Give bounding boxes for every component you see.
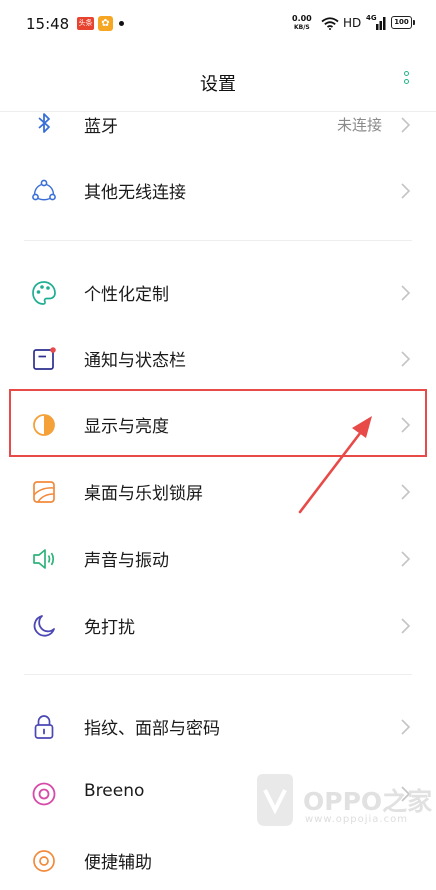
bluetooth-status: 未连接 xyxy=(336,116,382,134)
chevron-right-icon xyxy=(401,719,411,735)
page-title: 设置 xyxy=(200,74,236,95)
watermark-text: OPPO之家 xyxy=(303,787,433,816)
more-notifications-dot-icon xyxy=(119,21,124,26)
row-label: 指纹、面部与密码 xyxy=(84,719,220,739)
status-time: 15:48 xyxy=(26,15,70,33)
lock-icon xyxy=(34,715,54,739)
settings-row-bluetooth[interactable]: 蓝牙 未连接 xyxy=(0,94,436,154)
chevron-right-icon xyxy=(401,484,411,500)
chevron-right-icon xyxy=(401,117,411,133)
row-label: 便捷辅助 xyxy=(84,853,152,873)
row-label: 其他无线连接 xyxy=(84,183,186,203)
speaker-icon xyxy=(33,549,55,569)
breeno-icon xyxy=(32,782,56,806)
oppo-logo-icon xyxy=(257,774,293,826)
chevron-right-icon xyxy=(401,285,411,301)
notification-icon xyxy=(33,347,56,370)
news-app-notification-icon: 头条 xyxy=(77,17,94,30)
wallpaper-icon xyxy=(33,481,55,503)
connections-icon xyxy=(32,179,56,201)
settings-row-personalization[interactable]: 个性化定制 xyxy=(0,262,436,322)
highlight-annotation-box xyxy=(9,389,427,457)
moon-icon xyxy=(33,615,55,637)
app-notification-icon: ✿ xyxy=(98,16,113,31)
section-divider xyxy=(24,240,412,241)
watermark-url: www.oppojia.com xyxy=(305,814,408,825)
row-label: 桌面与乐划锁屏 xyxy=(84,484,203,504)
row-label: 蓝牙 xyxy=(84,117,118,137)
section-divider xyxy=(24,674,412,675)
wifi-icon xyxy=(321,17,339,30)
watermark: OPPO之家 www.oppojia.com xyxy=(253,770,432,834)
bluetooth-icon xyxy=(38,113,50,133)
settings-row-do-not-disturb[interactable]: 免打扰 xyxy=(0,595,436,655)
row-label: Breeno xyxy=(84,781,145,801)
chevron-right-icon xyxy=(401,183,411,199)
battery-icon: 100 xyxy=(391,16,415,29)
settings-row-home-lock-screen[interactable]: 桌面与乐划锁屏 xyxy=(0,461,436,521)
network-speed: 0.00 KB/S xyxy=(292,14,312,31)
row-label: 个性化定制 xyxy=(84,285,169,305)
row-label: 声音与振动 xyxy=(84,551,169,571)
chevron-right-icon xyxy=(401,351,411,367)
row-label: 通知与状态栏 xyxy=(84,351,186,371)
row-label: 免打扰 xyxy=(84,618,135,638)
hd-voice-label: HD xyxy=(343,16,362,30)
settings-row-assist[interactable]: 便捷辅助 xyxy=(0,830,436,890)
settings-row-sound-vibration[interactable]: 声音与振动 xyxy=(0,528,436,588)
chevron-right-icon xyxy=(401,551,411,567)
status-bar: 15:48 头条 ✿ 0.00 KB/S HD 4G 100 xyxy=(0,0,436,46)
assist-icon xyxy=(33,850,55,872)
settings-row-security[interactable]: 指纹、面部与密码 xyxy=(0,696,436,756)
cell-signal-icon xyxy=(376,17,386,30)
more-options-icon[interactable] xyxy=(401,71,413,93)
settings-row-notifications[interactable]: 通知与状态栏 xyxy=(0,328,436,388)
settings-row-other-wireless[interactable]: 其他无线连接 xyxy=(0,160,436,220)
chevron-right-icon xyxy=(401,618,411,634)
palette-icon xyxy=(32,281,56,305)
